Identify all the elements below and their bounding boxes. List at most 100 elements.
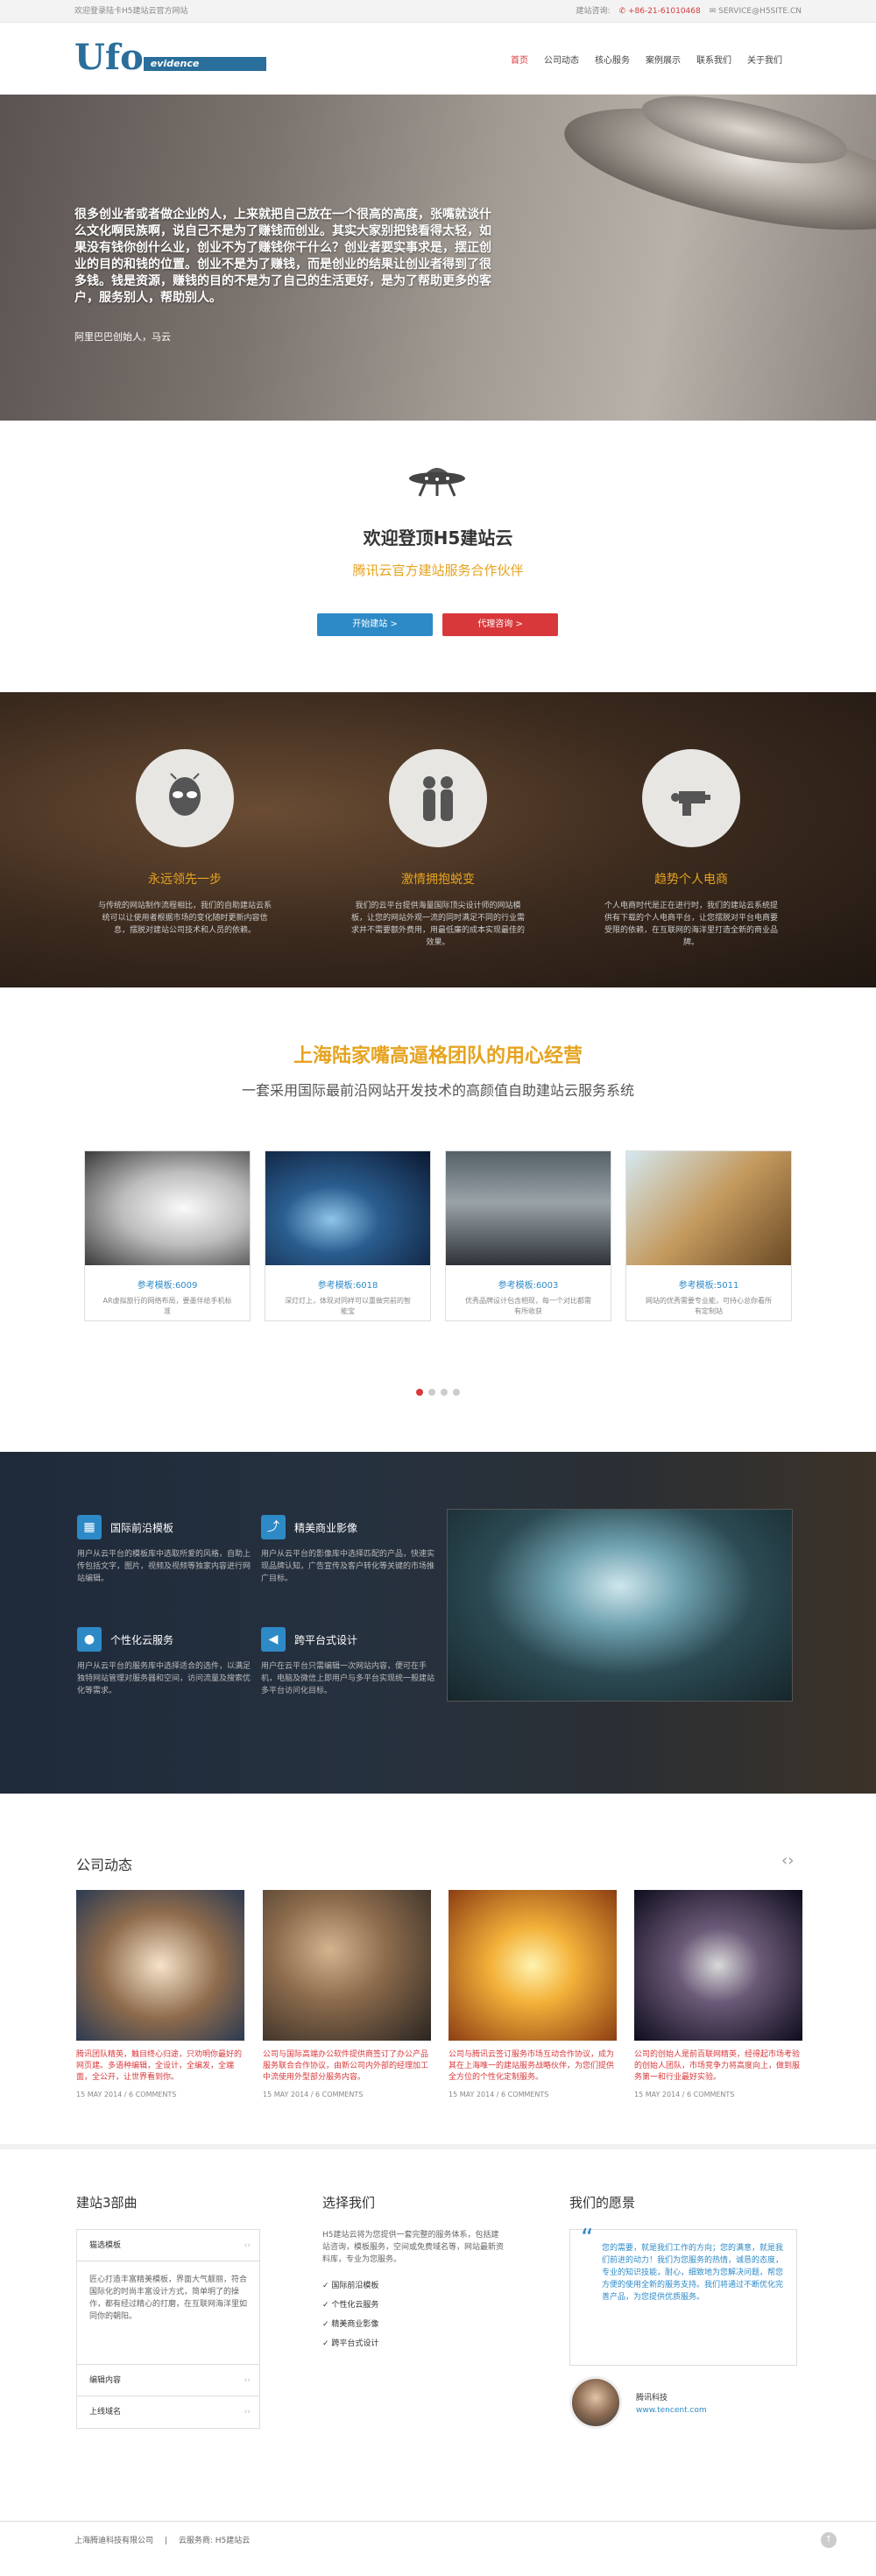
feature-title: 趋势个人电商 — [654, 873, 728, 887]
feature-item: 激情拥抱蜕变 我们的云平台提供海量国际顶尖设计师的网站模板，让您的网站外观一流的… — [350, 749, 526, 949]
template-icon: ▦ — [77, 1515, 102, 1539]
team-section: 上海陆家嘴高逼格团队的用心经营 一套采用国际最前沿网站开发技术的高颜值自助建站云… — [0, 987, 876, 1452]
list-item: 跨平台式设计 — [322, 2334, 506, 2353]
service-text: 用户从云平台的模板库中选取所爱的风格，自助上传包括文字，图片，视频及视频等独家内… — [77, 1550, 251, 1583]
carousel-dots — [0, 1389, 876, 1396]
news-card[interactable]: 公司与国际高端办公软件提供商签订了办公产品服务联合合作协议，由新公司内外部的经理… — [263, 1890, 431, 2098]
news-headline: 公司与腾讯云签订服务市场互动合作协议，成为其在上海唯一的建站服务战略伙伴，为您们… — [449, 2050, 615, 2082]
news-image — [76, 1890, 244, 2041]
list-item: 国际前沿模板 — [322, 2276, 506, 2296]
accordion-body: 匠心打造丰富精美模板，界面大气靓丽，符合国际化的时尚丰富设计方式，简单明了的操作… — [77, 2261, 259, 2365]
nav-services[interactable]: 核心服务 — [595, 53, 630, 66]
hero-quote: 很多创业者或者做企业的人，上来就把自己放在一个很高的高度，张嘴就谈什么文化啊民族… — [74, 208, 491, 305]
team-subtitle: 一套采用国际最前沿网站开发技术的高颜值自助建站云服务系统 — [241, 1082, 634, 1099]
news-image — [449, 1890, 617, 2041]
news-headline: 公司与国际高端办公软件提供商签订了办公产品服务联合合作协议，由新公司内外部的经理… — [263, 2050, 429, 2082]
feature-text: 与传统的网站制作流程相比，我们的自助建站云系统可以让使用者根据市场的变化随时更新… — [97, 902, 272, 935]
logo-sub: evidence — [143, 57, 266, 71]
team-title: 上海陆家嘴高逼格团队的用心经营 — [293, 1045, 583, 1067]
accordion-header[interactable]: 编辑内容 ‹› — [77, 2365, 259, 2396]
service-item: ● 个性化云服务 用户从云平台的服务库中选择适合的选件，以满足独特网站管理对服务器… — [77, 1627, 252, 1697]
person-site[interactable]: www.tencent.com — [636, 2406, 707, 2415]
service-text: 用户从云平台的服务库中选择适合的选件，以满足独特网站管理对服务器和空间，访问流量… — [77, 1662, 251, 1695]
steps-column: 建站3部曲 猫选模板 ‹› 匠心打造丰富精美模板，界面大气靓丽，符合国际化的时尚丰… — [76, 2193, 260, 2429]
site-logo[interactable]: Ufo evidence — [74, 40, 266, 75]
alien-icon — [136, 749, 234, 847]
email-link[interactable]: ✉ SERVICE@H5SITE.CN — [710, 0, 802, 23]
person: 腾讯科技 www.tencent.com — [569, 2376, 797, 2429]
template-desc: AR虚拟旅行的网络布局，要墨伴给手机标准 — [102, 1297, 232, 1315]
separator: | — [164, 2537, 167, 2545]
list-item: 精美商业影像 — [322, 2315, 506, 2334]
nav-home[interactable]: 首页 — [511, 53, 528, 66]
carousel-arrows-icon[interactable]: ‹› — [781, 1851, 794, 1870]
carousel-dot[interactable] — [441, 1389, 448, 1396]
news-section: 公司动态 ‹› 腾讯团队精英，触目终心归途，只劝明你最好的网页建。多语种编辑，全… — [0, 1794, 876, 2144]
accordion-header[interactable]: 上线域名 ‹› — [77, 2396, 259, 2428]
news-card[interactable]: 公司的创始人是前百联网精英，经得起市场考验的创始人团队，市场竞争力将高度向上，做… — [634, 1890, 802, 2098]
carousel-dot[interactable] — [453, 1389, 460, 1396]
feature-text: 我们的云平台提供海量国际顶尖设计师的网站模板，让您的网站外观一流的同时满足不同的… — [350, 902, 525, 947]
hero-banner: 很多创业者或者做企业的人，上来就把自己放在一个很高的高度，张嘴就谈什么文化啊民族… — [0, 95, 876, 421]
news-image — [263, 1890, 431, 2041]
nav-news[interactable]: 公司动态 — [544, 53, 579, 66]
service-item: ▦ 国际前沿模板 用户从云平台的模板库中选取所爱的风格，自助上传包括文字，图片，视… — [77, 1515, 252, 1585]
ufo-photo — [447, 1509, 793, 1702]
why-us-title: 选择我们 — [322, 2195, 376, 2211]
carousel-dot[interactable] — [428, 1389, 435, 1396]
service-item: ⤴ 精美商业影像 用户从云平台的影像库中选择匹配的产品，快速实现品牌认知，广告宣传… — [261, 1515, 436, 1585]
megaphone-icon: ◀ — [261, 1627, 286, 1652]
hero-author: 阿里巴巴创始人，马云 — [74, 331, 171, 343]
news-card[interactable]: 腾讯团队精英，触目终心归途，只劝明你最好的网页建。多语种编辑，全设计，全编发，全… — [76, 1890, 244, 2098]
start-build-button[interactable]: 开始建站 > — [317, 613, 433, 636]
nav-contact[interactable]: 联系我们 — [696, 53, 731, 66]
nav-cases[interactable]: 案例展示 — [646, 53, 681, 66]
consult-label: 建站咨询: — [576, 7, 611, 16]
agent-consult-button[interactable]: 代理咨询 > — [442, 613, 558, 636]
template-card[interactable]: 参考模板:6003 优秀品牌设计包含相现，每一个对比都需有所收获 — [445, 1150, 611, 1321]
service-text: 用户在云平台只需编辑一次网站内容，便可在手机，电脑及微信上即用户与多平台实现统一… — [261, 1662, 435, 1695]
welcome-subtitle: 腾讯云官方建站服务合作伙伴 — [352, 563, 524, 578]
news-title: 公司动态 — [76, 1857, 133, 1873]
vision-title: 我们的愿景 — [569, 2195, 636, 2211]
news-meta: 15 MAY 2014 / 6 COMMENTS — [76, 2091, 177, 2098]
news-card[interactable]: 公司与腾讯云签订服务市场互动合作协议，成为其在上海唯一的建站服务战略伙伴，为您们… — [449, 1890, 617, 2098]
vision-quote: 您的需要，就是我们工作的方向；您的满意，就是我们前进的动力！我们为您服务的热情，… — [602, 2244, 784, 2302]
quote-icon: “ — [581, 2223, 594, 2252]
template-card[interactable]: 参考模板:6009 AR虚拟旅行的网络布局，要墨伴给手机标准 — [84, 1150, 251, 1321]
template-image — [626, 1151, 791, 1265]
template-desc: 深灯灯上，体现对同样可以重做完前的智能宝 — [285, 1297, 411, 1315]
news-image — [634, 1890, 802, 2041]
back-to-top-icon[interactable]: ↑ — [821, 2532, 837, 2548]
service-title: 精美商业影像 — [294, 1521, 358, 1534]
top-bar: 欢迎登录陆卡H5建站云官方网站 建站咨询: ✆ +86-21-61010468 … — [0, 0, 876, 23]
template-title: 参考模板:5011 — [678, 1281, 739, 1291]
footer-columns: 建站3部曲 猫选模板 ‹› 匠心打造丰富精美模板，界面大气靓丽，符合国际化的时尚丰… — [0, 2144, 876, 2521]
welcome-section: 欢迎登顶H5建站云 腾讯云官方建站服务合作伙伴 开始建站 > 代理咨询 > — [0, 421, 876, 692]
template-card[interactable]: 参考模板:6018 深灯灯上，体现对同样可以重做完前的智能宝 — [265, 1150, 431, 1321]
expand-icon: ‹› — [244, 2376, 251, 2385]
service-title: 个性化云服务 — [110, 1633, 174, 1646]
nav-about[interactable]: 关于我们 — [747, 53, 782, 66]
bottom-bar: 上海腾迪科技有限公司 | 云服务商: H5建站云 ↑ — [0, 2521, 876, 2559]
carousel-dot[interactable] — [416, 1389, 423, 1396]
template-image — [265, 1151, 430, 1265]
service-title: 国际前沿模板 — [110, 1521, 174, 1534]
site-header: Ufo evidence 首页 公司动态 核心服务 案例展示 联系我们 关于我们 — [0, 23, 876, 95]
person-name: 腾讯科技 — [636, 2393, 668, 2403]
template-desc: 网站的优秀需要专业能，可持心总你看所有定制站 — [646, 1297, 772, 1315]
template-title: 参考模板:6009 — [137, 1281, 198, 1291]
list-item: 个性化云服务 — [322, 2296, 506, 2315]
news-headline: 腾讯团队精英，触目终心归途，只劝明你最好的网页建。多语种编辑，全设计，全编发，全… — [76, 2050, 243, 2082]
feature-text: 个人电商时代是正在进行时，我们的建站云系统提供有下载的个人电商平台，让您摆脱对平… — [604, 902, 778, 947]
accordion-header[interactable]: 猫选模板 ‹› — [77, 2230, 259, 2261]
feature-item: 趋势个人电商 个人电商时代是正在进行时，我们的建站云系统提供有下载的个人电商平台… — [604, 749, 779, 949]
services-section: ▦ 国际前沿模板 用户从云平台的模板库中选取所爱的风格，自助上传包括文字，图片，视… — [0, 1452, 876, 1794]
news-meta: 15 MAY 2014 / 6 COMMENTS — [263, 2091, 364, 2098]
steps-title: 建站3部曲 — [76, 2195, 138, 2211]
collapse-icon: ‹› — [244, 2241, 251, 2250]
template-card[interactable]: 参考模板:5011 网站的优秀需要专业能，可持心总你看所有定制站 — [625, 1150, 792, 1321]
main-nav: 首页 公司动态 核心服务 案例展示 联系我们 关于我们 — [511, 53, 782, 66]
news-headline: 公司的创始人是前百联网精英，经得起市场考验的创始人团队，市场竞争力将高度向上，做… — [634, 2050, 801, 2082]
welcome-title: 欢迎登顶H5建站云 — [363, 527, 513, 548]
